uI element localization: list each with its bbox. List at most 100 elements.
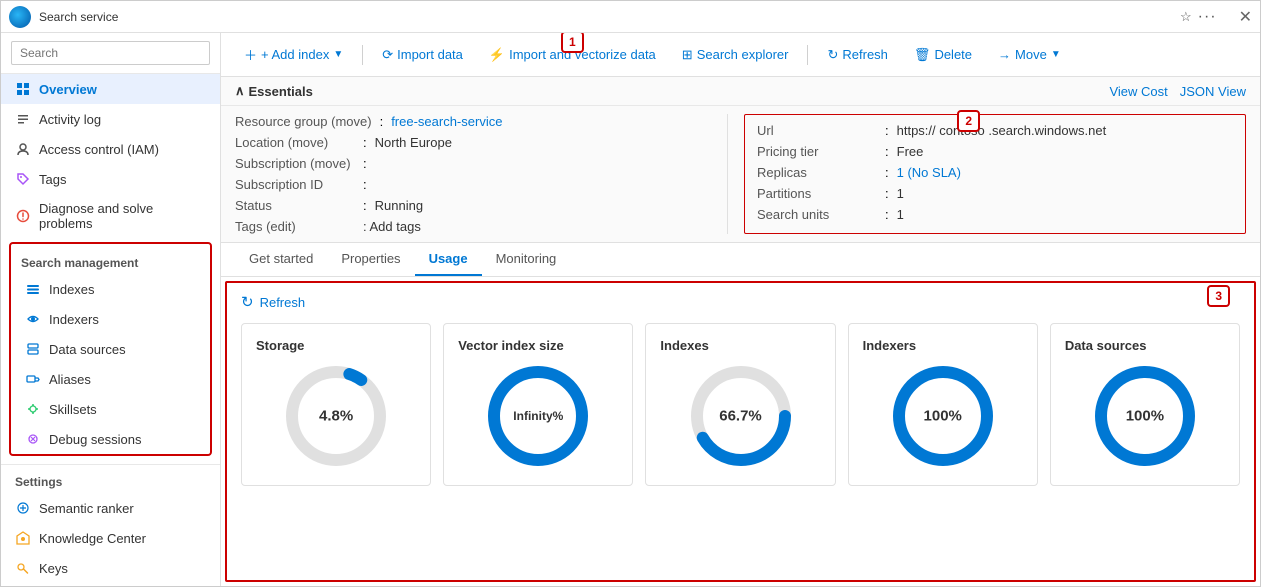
- usage-cards: Storage 4.8% Vector index size Infinity%…: [241, 323, 1240, 486]
- sidebar-item-data-sources[interactable]: Data sources: [11, 334, 210, 364]
- sidebar-item-aliases[interactable]: Aliases: [11, 364, 210, 394]
- tags-row: Tags (edit) : Add tags: [235, 219, 711, 234]
- import-data-icon: ⟳: [382, 47, 393, 63]
- sidebar-item-keys[interactable]: Keys: [1, 553, 220, 583]
- refresh-button[interactable]: ↻ Refresh: [816, 41, 898, 69]
- search-explorer-icon: ⊞: [682, 47, 693, 63]
- close-button[interactable]: ✕: [1239, 7, 1252, 27]
- star-icon[interactable]: ☆: [1180, 9, 1192, 25]
- essentials-body-container: 2 Resource group (move) : free-search-se…: [221, 106, 1260, 243]
- donut-indexes: 66.7%: [686, 361, 796, 471]
- search-units-label: Search units: [757, 207, 877, 222]
- sidebar-item-label: Diagnose and solve problems: [39, 201, 206, 231]
- sidebar-item-label: Indexers: [49, 312, 99, 327]
- usage-content: 3 ↻ Refresh Storage 4.8% Vector index si…: [241, 293, 1240, 486]
- tab-properties[interactable]: Properties: [327, 243, 414, 276]
- delete-button[interactable]: 🗑 Delete: [903, 41, 983, 69]
- debug-sessions-icon: [25, 431, 41, 447]
- delete-icon: 🗑: [914, 47, 931, 63]
- partitions-label: Partitions: [757, 186, 877, 201]
- toolbar-container: 1 ＋ + Add index ▼ ⟳ Import data ⚡: [221, 33, 1260, 77]
- replicas-value[interactable]: 1 (No SLA): [897, 165, 961, 180]
- aliases-icon: [25, 371, 41, 387]
- status-row: Status : Running: [235, 198, 711, 213]
- sidebar-item-activity-log[interactable]: Activity log: [1, 104, 220, 134]
- import-data-button[interactable]: ⟳ Import data: [371, 41, 474, 69]
- essentials-actions: View Cost JSON View: [1109, 84, 1246, 99]
- tab-monitoring[interactable]: Monitoring: [482, 243, 571, 276]
- main-layout: Overview Activity log Access control (IA…: [1, 33, 1260, 586]
- usage-card-storage: Storage 4.8%: [241, 323, 431, 486]
- move-button[interactable]: → Move ▼: [987, 41, 1072, 68]
- refresh-icon: ↻: [827, 47, 838, 63]
- settings-label: Settings: [1, 464, 220, 493]
- resource-group-row: Resource group (move) : free-search-serv…: [235, 114, 711, 129]
- collapse-icon[interactable]: ∧: [235, 83, 245, 99]
- data-sources-icon: [25, 341, 41, 357]
- search-explorer-button[interactable]: ⊞ Search explorer: [671, 41, 800, 69]
- pricing-tier-label: Pricing tier: [757, 144, 877, 159]
- toolbar-separator-1: [362, 45, 363, 65]
- tags-icon: [15, 171, 31, 187]
- usage-card-vector-index: Vector index size Infinity%: [443, 323, 633, 486]
- annotation-badge-2: 2: [957, 110, 980, 132]
- tags-value: : Add tags: [363, 219, 421, 234]
- toolbar-separator-2: [807, 45, 808, 65]
- card-title-indexes: Indexes: [660, 338, 708, 353]
- status-value: Running: [375, 198, 423, 213]
- sidebar-item-label: Keys: [39, 561, 68, 576]
- partitions-value: 1: [897, 186, 904, 201]
- sidebar-item-label: Tags: [39, 172, 66, 187]
- card-title-vector-index: Vector index size: [458, 338, 564, 353]
- sidebar-item-diagnose[interactable]: Diagnose and solve problems: [1, 194, 220, 238]
- sidebar-item-overview[interactable]: Overview: [1, 74, 220, 104]
- sidebar-item-skillsets[interactable]: Skillsets: [11, 394, 210, 424]
- sidebar-item-semantic-ranker[interactable]: Semantic ranker: [1, 493, 220, 523]
- essentials-col-right: Url : https:// contoso .search.windows.n…: [744, 114, 1246, 234]
- main-window: Search service ☆ ··· ✕ Overview Acti: [0, 0, 1261, 587]
- donut-label-storage: 4.8%: [319, 408, 353, 425]
- search-management-label: Search management: [11, 248, 210, 274]
- sidebar-item-label: Aliases: [49, 372, 91, 387]
- sidebar-item-knowledge-center[interactable]: Knowledge Center: [1, 523, 220, 553]
- url-row: Url : https:// contoso .search.windows.n…: [757, 123, 1233, 138]
- donut-indexers: 100%: [888, 361, 998, 471]
- add-index-button[interactable]: ＋ + Add index ▼: [233, 39, 354, 70]
- search-units-row: Search units : 1: [757, 207, 1233, 222]
- title-bar: Search service ☆ ··· ✕: [1, 1, 1260, 33]
- more-icon[interactable]: ···: [1198, 8, 1217, 26]
- replicas-row: Replicas : 1 (No SLA): [757, 165, 1233, 180]
- usage-card-indexes: Indexes 66.7%: [645, 323, 835, 486]
- view-cost-link[interactable]: View Cost: [1109, 84, 1167, 99]
- donut-vector-index: Infinity%: [483, 361, 593, 471]
- sidebar-item-indexes[interactable]: Indexes: [11, 274, 210, 304]
- access-control-icon: [15, 141, 31, 157]
- usage-refresh-button[interactable]: ↻ Refresh: [241, 293, 1240, 311]
- resource-group-label: Resource group (move): [235, 114, 372, 129]
- keys-icon: [15, 560, 31, 576]
- chevron-down-icon: ▼: [333, 49, 343, 60]
- main-content: 1 ＋ + Add index ▼ ⟳ Import data ⚡: [221, 33, 1260, 586]
- toolbar: ＋ + Add index ▼ ⟳ Import data ⚡ Import a…: [221, 33, 1260, 77]
- sidebar-item-label: Semantic ranker: [39, 501, 134, 516]
- sidebar-item-label: Overview: [39, 82, 97, 97]
- indexes-icon: [25, 281, 41, 297]
- sidebar-item-access-control[interactable]: Access control (IAM): [1, 134, 220, 164]
- donut-storage: 4.8%: [281, 361, 391, 471]
- sidebar-search-container: [1, 33, 220, 74]
- search-input[interactable]: [11, 41, 210, 65]
- sidebar-item-label: Skillsets: [49, 402, 97, 417]
- search-management-section: Search management Indexes Indexers: [9, 242, 212, 456]
- overview-icon: [15, 81, 31, 97]
- sidebar-item-indexers[interactable]: Indexers: [11, 304, 210, 334]
- resource-group-value[interactable]: free-search-service: [391, 114, 502, 129]
- tab-get-started[interactable]: Get started: [235, 243, 327, 276]
- url-label: Url: [757, 123, 877, 138]
- sidebar-item-label: Data sources: [49, 342, 126, 357]
- sidebar-item-tags[interactable]: Tags: [1, 164, 220, 194]
- sidebar-item-debug-sessions[interactable]: Debug sessions: [11, 424, 210, 454]
- card-title-storage: Storage: [256, 338, 304, 353]
- json-view-link[interactable]: JSON View: [1180, 84, 1246, 99]
- tab-usage[interactable]: Usage: [415, 243, 482, 276]
- location-value: North Europe: [375, 135, 452, 150]
